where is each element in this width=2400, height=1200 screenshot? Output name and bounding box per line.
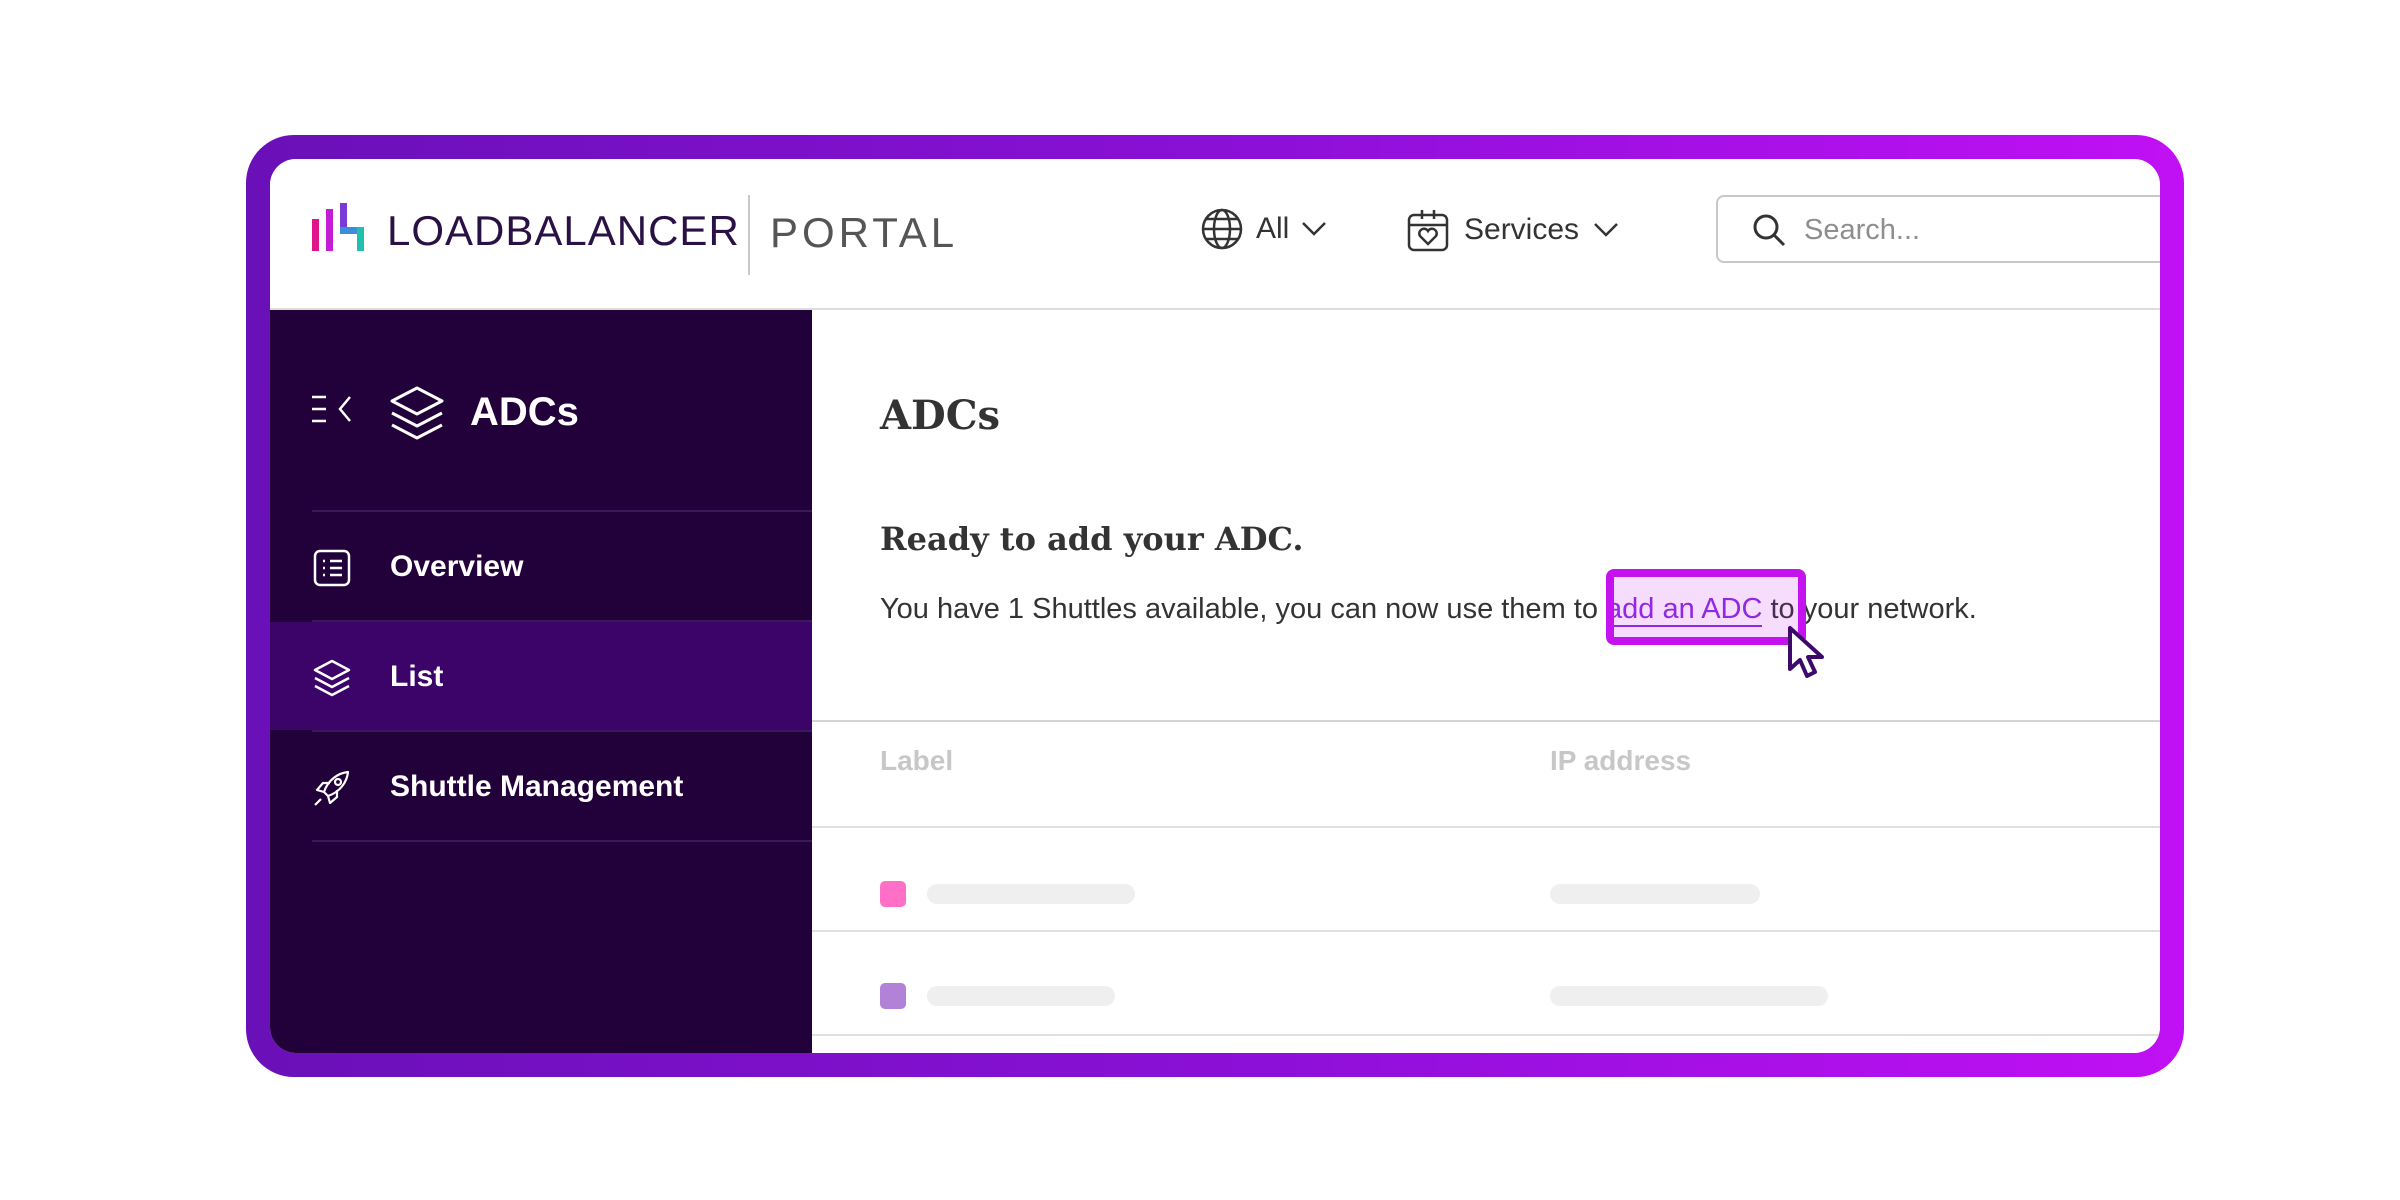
region-dropdown[interactable]: All <box>1200 207 1327 251</box>
services-dropdown[interactable]: Services <box>1406 207 1619 253</box>
loading-placeholder <box>927 986 1115 1006</box>
region-label: All <box>1256 212 1290 245</box>
sidebar-item-list[interactable]: List <box>270 622 812 730</box>
main-content: ADCs Ready to add your ADC. You have 1 S… <box>812 310 2160 1053</box>
sidebar: ADCs Overview List Shuttle Management <box>270 310 812 1053</box>
app-window: LOADBALANCER PORTAL All Services Search.… <box>270 159 2160 1053</box>
mouse-pointer-icon <box>1788 626 1824 678</box>
sidebar-item-overview[interactable]: Overview <box>270 512 812 620</box>
rocket-icon <box>314 770 350 806</box>
sidebar-item-label: List <box>390 660 444 693</box>
sidebar-header: ADCs <box>270 310 812 510</box>
table-header-divider <box>812 826 2160 828</box>
chevron-down-icon <box>1594 223 1618 237</box>
sidebar-title: ADCs <box>470 390 579 434</box>
column-header-label[interactable]: Label <box>880 745 953 777</box>
table-top-border <box>812 720 2160 722</box>
chevron-down-icon <box>1302 222 1327 236</box>
collapse-sidebar-icon[interactable] <box>310 394 356 424</box>
table-row-divider <box>812 1034 2160 1036</box>
sidebar-item-shuttle-management[interactable]: Shuttle Management <box>270 732 812 840</box>
search-icon <box>1753 214 1786 247</box>
status-indicator <box>880 983 906 1009</box>
layers-icon <box>390 386 444 440</box>
empty-state-text-before: You have 1 Shuttles available, you can n… <box>880 593 1607 625</box>
portal-label: PORTAL <box>770 209 959 256</box>
sidebar-item-label: Overview <box>390 550 524 583</box>
search-input[interactable] <box>1802 207 2156 253</box>
services-box-icon <box>1407 210 1449 252</box>
page-title: ADCs <box>880 392 1001 439</box>
sidebar-item-label: Shuttle Management <box>390 770 684 803</box>
loadbalancer-logo-icon <box>312 203 364 251</box>
top-header: LOADBALANCER PORTAL All Services Search.… <box>270 159 2160 310</box>
table-row-divider <box>812 930 2160 932</box>
empty-state-text: You have 1 Shuttles available, you can n… <box>880 593 1977 627</box>
loading-placeholder <box>1550 884 1760 904</box>
loading-placeholder <box>927 884 1135 904</box>
list-icon <box>313 549 351 587</box>
sidebar-divider <box>312 840 812 842</box>
logo-divider <box>748 195 750 275</box>
column-header-ip-address[interactable]: IP address <box>1550 745 1691 777</box>
layers-icon <box>313 659 351 697</box>
status-indicator <box>880 881 906 907</box>
services-label: Services <box>1464 213 1580 246</box>
loading-placeholder <box>1550 986 1828 1006</box>
highlight-frame: LOADBALANCER PORTAL All Services Search.… <box>246 135 2184 1077</box>
brand-name: LOADBALANCER <box>387 207 740 254</box>
globe-icon <box>1201 208 1243 250</box>
link-highlight-box <box>1606 569 1806 645</box>
empty-state-heading: Ready to add your ADC. <box>880 520 1304 558</box>
search-box[interactable] <box>1716 195 2160 263</box>
